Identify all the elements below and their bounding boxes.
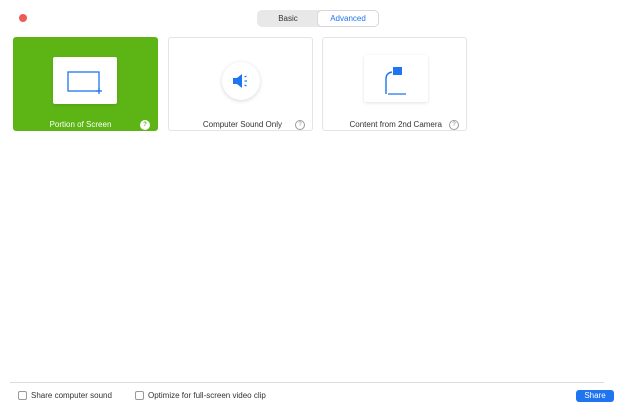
option-label: Computer Sound Only xyxy=(202,120,282,129)
option-label: Content from 2nd Camera xyxy=(349,120,443,129)
help-icon[interactable]: ? xyxy=(295,120,305,130)
optimize-video-checkbox[interactable]: Optimize for full-screen video clip xyxy=(135,391,266,400)
tab-advanced[interactable]: Advanced xyxy=(318,11,378,26)
checkbox-box[interactable] xyxy=(18,391,27,400)
close-window-button[interactable] xyxy=(19,14,27,22)
help-icon[interactable]: ? xyxy=(449,120,459,130)
help-icon[interactable]: ? xyxy=(140,120,150,130)
optimize-video-label: Optimize for full-screen video clip xyxy=(148,391,266,400)
footer-divider xyxy=(10,382,604,383)
tab-basic[interactable]: Basic xyxy=(258,11,318,26)
share-computer-sound-label: Share computer sound xyxy=(31,391,112,400)
option-content-from-2nd-camera[interactable]: Content from 2nd Camera ? xyxy=(322,37,467,131)
option-computer-sound-only[interactable]: Computer Sound Only ? xyxy=(168,37,313,131)
share-screen-window: Basic Advanced Portion of Screen ? Compu… xyxy=(0,0,618,406)
document-camera-icon xyxy=(364,55,428,102)
option-portion-of-screen[interactable]: Portion of Screen ? xyxy=(13,37,158,131)
speaker-icon xyxy=(222,62,260,100)
share-computer-sound-checkbox[interactable]: Share computer sound xyxy=(18,391,112,400)
screen-portion-icon xyxy=(53,57,117,104)
option-label: Portion of Screen xyxy=(49,120,112,129)
checkbox-box[interactable] xyxy=(135,391,144,400)
mode-tabs: Basic Advanced xyxy=(257,10,379,27)
share-button[interactable]: Share xyxy=(576,390,614,402)
